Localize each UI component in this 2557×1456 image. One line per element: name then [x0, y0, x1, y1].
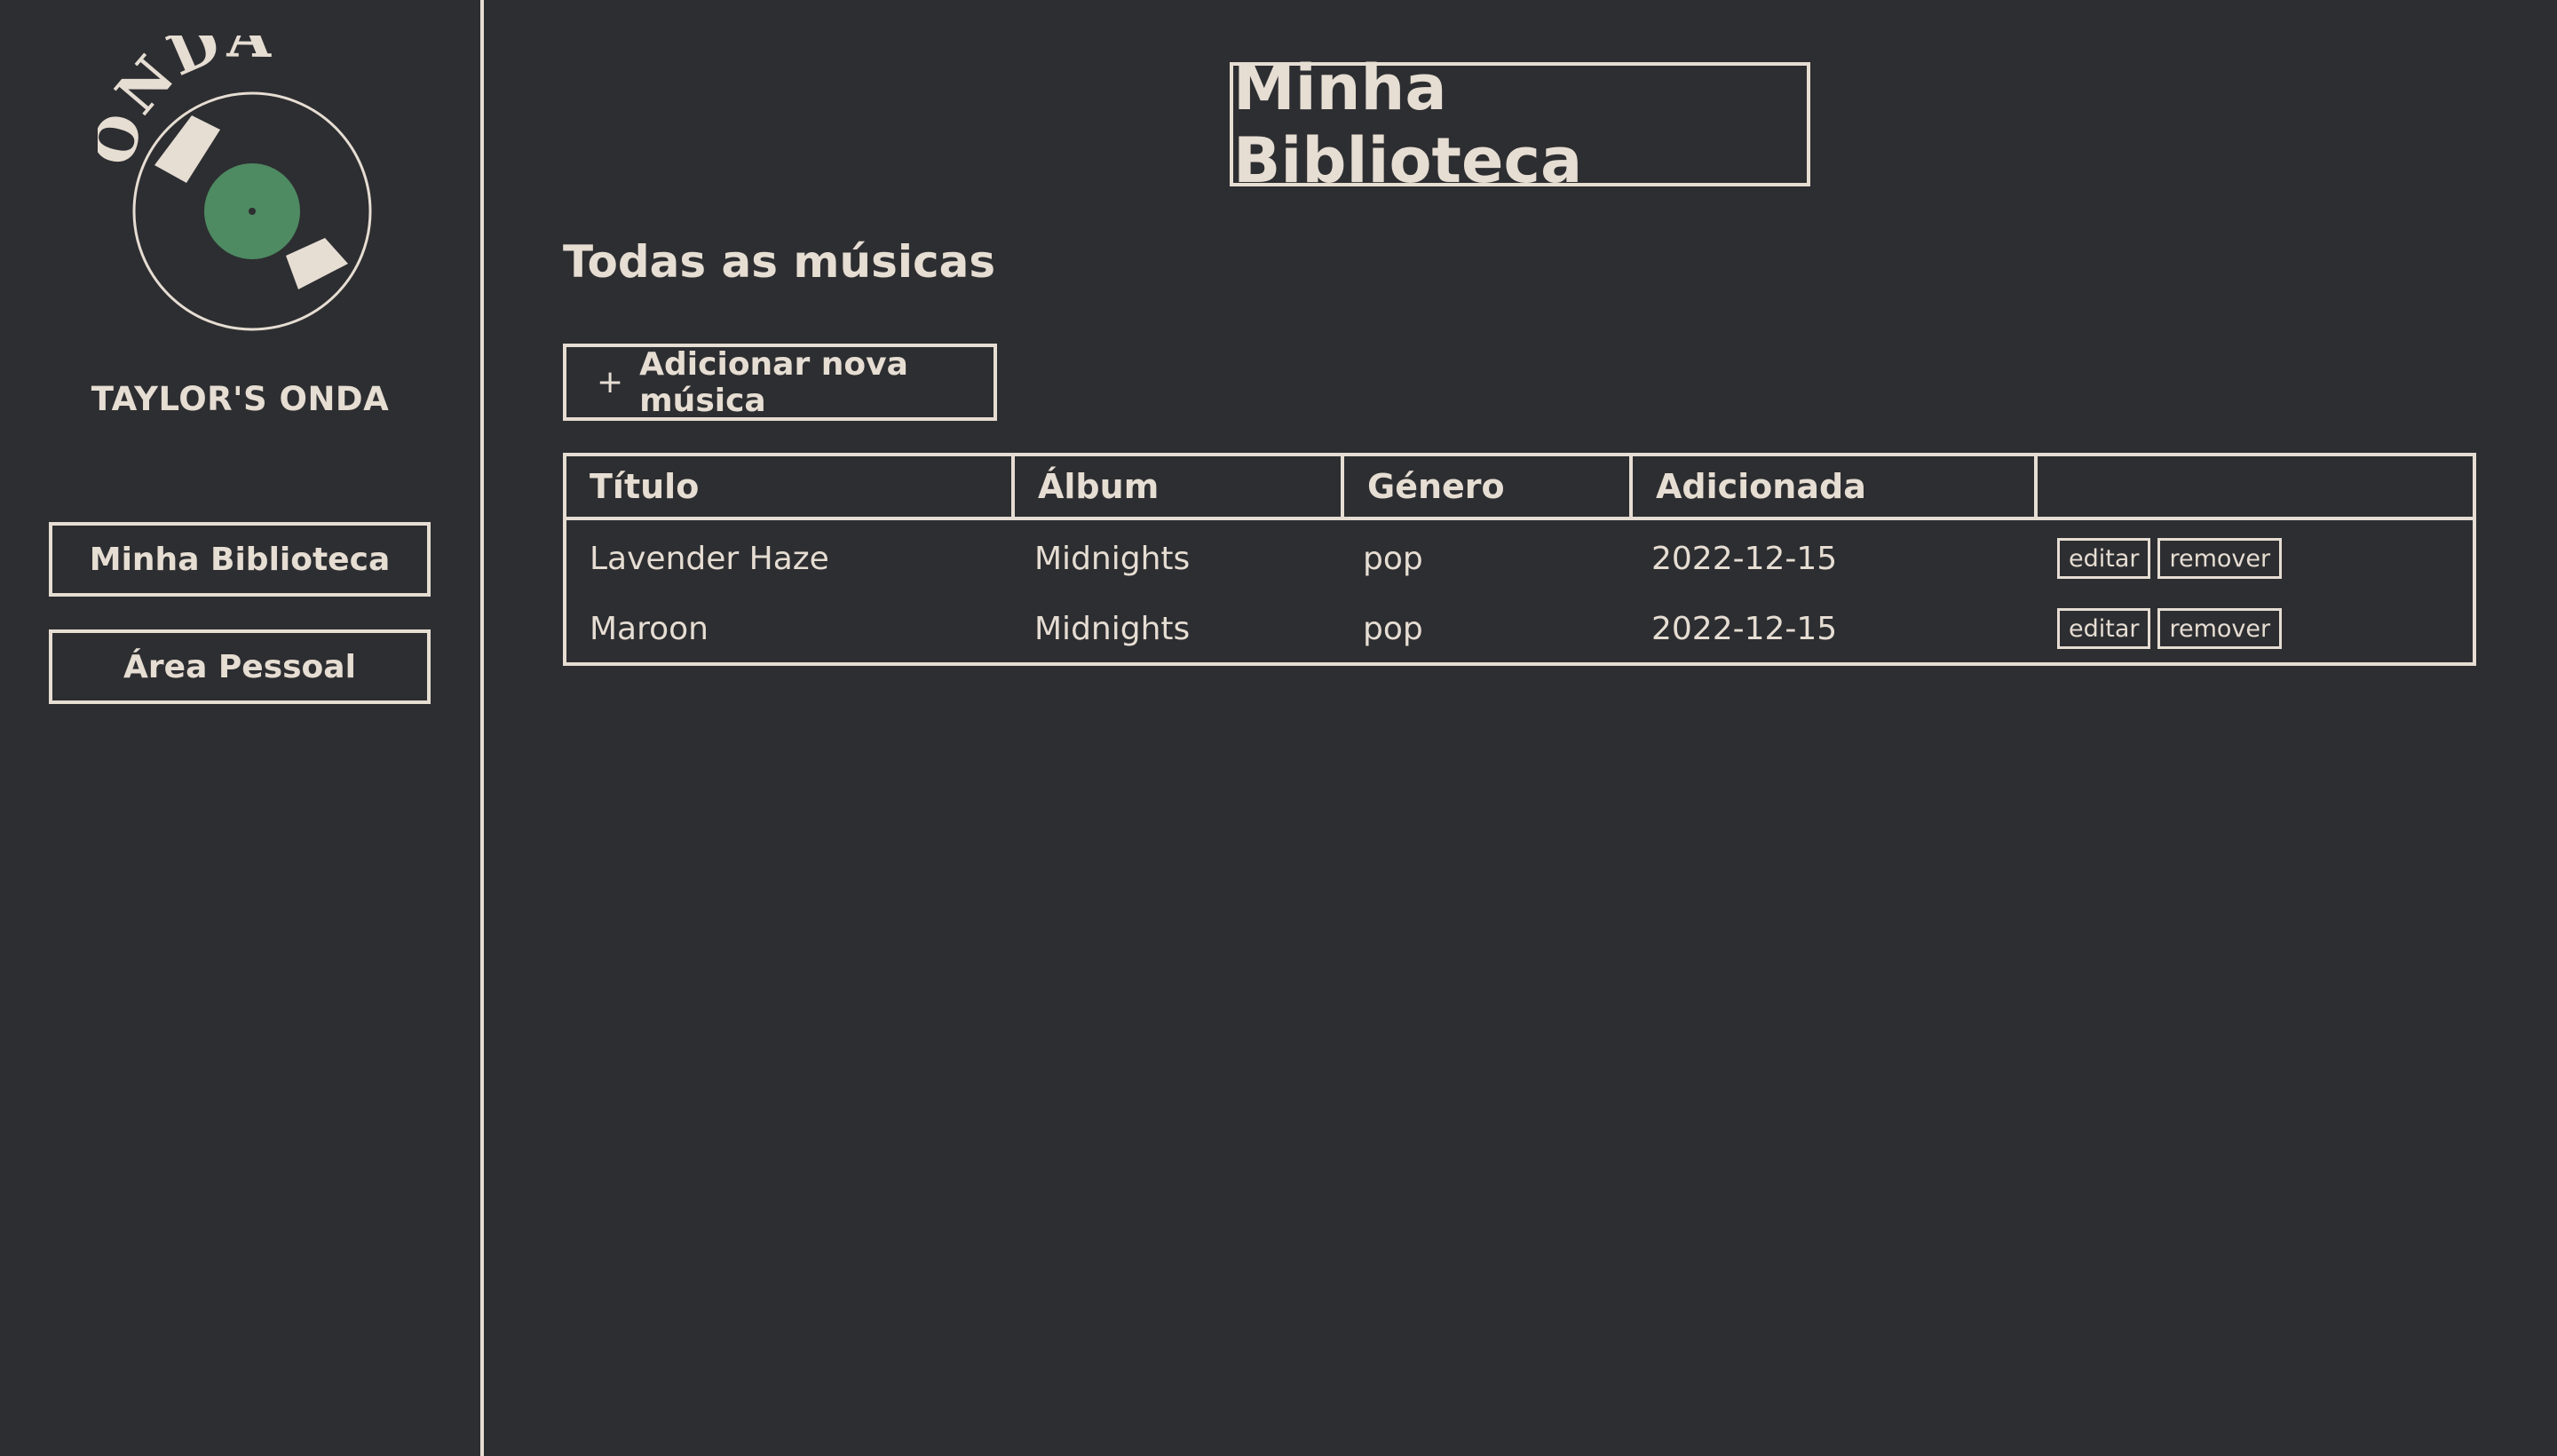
remove-song-button[interactable]: remover — [2157, 538, 2283, 579]
remove-song-button[interactable]: remover — [2157, 608, 2283, 649]
sidebar: ONDA TAYLOR'S ONDA Minha Biblioteca Área… — [0, 0, 484, 1456]
songs-table: Título Álbum Género Adicionada Lavender … — [563, 453, 2476, 666]
page-title: Minha Biblioteca — [1230, 51, 1810, 197]
song-genre-cell: pop — [1363, 540, 1423, 577]
song-actions-cell: editar remover — [2057, 524, 2289, 593]
song-album-cell: Midnights — [1034, 540, 1191, 577]
column-header-genre[interactable]: Género — [1344, 456, 1633, 517]
song-genre-cell: pop — [1363, 610, 1423, 647]
section-title: Todas as músicas — [563, 236, 996, 288]
main-content: Minha Biblioteca Todas as músicas + Adic… — [484, 0, 2557, 1456]
add-song-button[interactable]: + Adicionar nova música — [563, 344, 997, 421]
nav-minha-biblioteca-button[interactable]: Minha Biblioteca — [49, 522, 431, 597]
song-actions-cell: editar remover — [2057, 594, 2289, 663]
song-title-cell: Lavender Haze — [590, 540, 829, 577]
table-row: Maroon Midnights pop 2022-12-15 editar r… — [566, 594, 2473, 663]
song-added-cell: 2022-12-15 — [1651, 540, 1838, 577]
plus-icon: + — [597, 364, 624, 400]
table-header: Título Álbum Género Adicionada — [566, 456, 2473, 520]
song-title-cell: Maroon — [590, 610, 709, 647]
edit-song-button[interactable]: editar — [2057, 538, 2151, 579]
app-root: ONDA TAYLOR'S ONDA Minha Biblioteca Área… — [0, 0, 2557, 1456]
song-added-cell: 2022-12-15 — [1651, 610, 1838, 647]
add-song-label: Adicionar nova música — [639, 345, 908, 419]
brand-name: TAYLOR'S ONDA — [91, 380, 390, 418]
column-header-album[interactable]: Álbum — [1015, 456, 1344, 517]
onda-logo[interactable]: ONDA — [80, 4, 382, 337]
edit-song-button[interactable]: editar — [2057, 608, 2151, 649]
column-header-title[interactable]: Título — [566, 456, 1015, 517]
table-row: Lavender Haze Midnights pop 2022-12-15 e… — [566, 524, 2473, 593]
nav-area-pessoal-button[interactable]: Área Pessoal — [49, 629, 431, 704]
vinyl-record-icon: ONDA — [80, 4, 372, 331]
column-header-added[interactable]: Adicionada — [1633, 456, 2038, 517]
song-album-cell: Midnights — [1034, 610, 1191, 647]
column-header-actions — [2038, 456, 2473, 517]
